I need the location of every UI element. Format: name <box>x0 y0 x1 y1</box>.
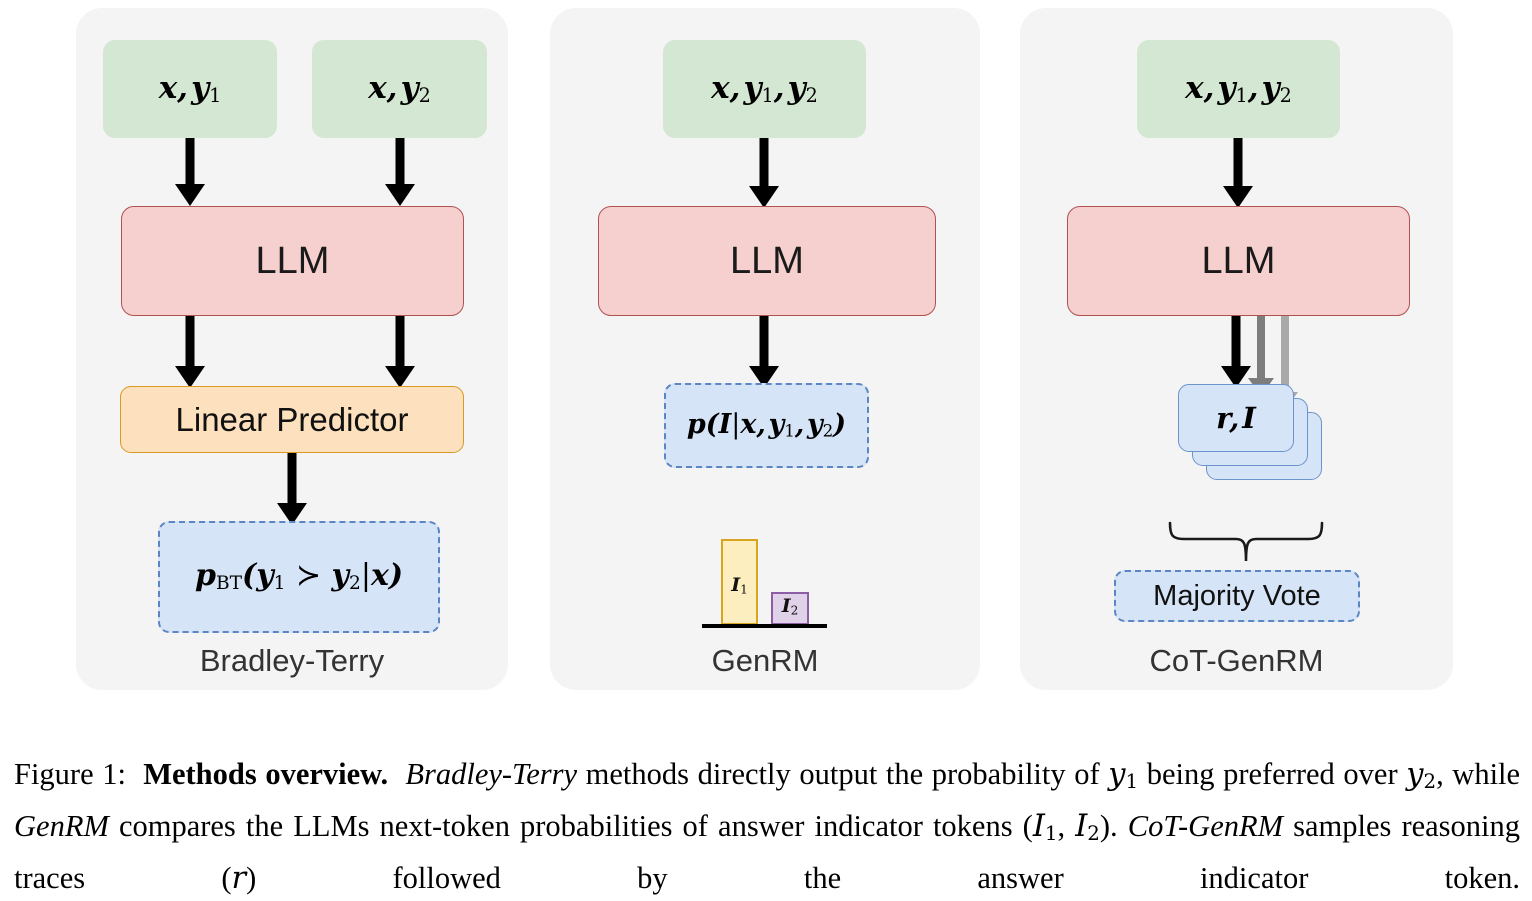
arrow-input-to-llm-cot <box>1220 138 1256 208</box>
panel-label-bradley-terry: Bradley-Terry <box>199 643 385 678</box>
llm-label: LLM <box>1201 240 1276 282</box>
llm-box-cot-genrm: LLM <box>1067 206 1410 316</box>
caption-term-cot-genrm: CoT-GenRM <box>1127 808 1284 843</box>
caption-text-7: , <box>1057 808 1066 843</box>
arrow-predictor-to-output <box>274 453 310 525</box>
caption-text-6: tokens ( <box>932 808 1033 843</box>
input-label-x-y2: x, y2 <box>368 69 431 107</box>
caption-figure-number: Figure 1: <box>14 757 126 791</box>
panel-genrm: x, y1, y2 LLM p(I|x, y1, y2) I1 I2 GenRM <box>550 8 980 690</box>
bar-label-I1: I1 <box>731 574 748 597</box>
panel-label-cot-genrm: CoT-GenRM <box>1149 643 1324 678</box>
sample-card-front: r, I <box>1178 384 1294 452</box>
panel-cot-genrm: x, y1, y2 LLM r, I Majority Vote CoT-Gen… <box>1020 8 1453 690</box>
majority-vote-box: Majority Vote <box>1114 570 1360 622</box>
input-label-x-y1-y2: x, y1, y2 <box>1185 69 1292 107</box>
output-box-p-indicator: p(I|x, y1, y2) <box>664 383 869 468</box>
sample-card-label-r-I: r, I <box>1216 400 1256 435</box>
caption-var-y1: y1 <box>1108 757 1139 793</box>
input-box-x-y1: x, y1 <box>103 40 277 138</box>
arrow-input1-to-llm <box>172 138 208 206</box>
bar-label-I2: I2 <box>781 595 799 618</box>
barchart-baseline <box>702 624 827 628</box>
aggregation-brace <box>1168 521 1324 562</box>
llm-label: LLM <box>255 240 330 282</box>
input-box-x-y1-y2-cot: x, y1, y2 <box>1137 40 1340 138</box>
methods-overview-figure: x, y1 x, y2 LLM Linear Predictor pBT(y1 … <box>0 0 1532 700</box>
input-box-x-y1-y2-genrm: x, y1, y2 <box>663 40 866 138</box>
input-label-x-y1: x, y1 <box>158 69 222 107</box>
llm-label: LLM <box>730 240 804 282</box>
output-label-p-bt: pBT(y1 ≻ y2|x) <box>194 557 404 594</box>
caption-term-genrm: GenRM <box>14 808 109 843</box>
bar-I1: I1 <box>721 539 758 625</box>
caption-term-bradley-terry: Bradley-Terry <box>405 757 578 791</box>
caption-var-I1: I1 <box>1032 808 1058 845</box>
arrow-llm-to-predictor-left <box>172 316 208 388</box>
llm-box-bradley-terry: LLM <box>121 206 464 316</box>
arrow-llm-to-output-genrm <box>746 316 782 388</box>
input-label-x-y1-y2: x, y1, y2 <box>711 69 818 107</box>
output-label-p-indicator: p(I|x, y1, y2) <box>686 409 847 441</box>
caption-text-5: compares the LLMs next-token probabiliti… <box>118 808 923 843</box>
caption-text-10: ) followed by the answer indicator token… <box>246 860 1520 895</box>
arrow-input-to-llm-genrm <box>746 138 782 208</box>
majority-vote-label: Majority Vote <box>1153 579 1321 612</box>
caption-title: Methods overview. <box>143 757 389 791</box>
llm-box-genrm: LLM <box>598 206 936 316</box>
linear-predictor-label: Linear Predictor <box>175 401 409 438</box>
linear-predictor-box: Linear Predictor <box>120 386 464 453</box>
caption-text-3: preferred over <box>1223 757 1398 791</box>
caption-text-2: being <box>1146 757 1215 791</box>
caption-text-1: methods directly output the probability … <box>585 757 1100 791</box>
caption-var-I2: I2 <box>1075 808 1100 845</box>
caption-var-y2: y2 <box>1406 757 1437 793</box>
bar-I2: I2 <box>771 592 809 625</box>
panel-bradley-terry: x, y1 x, y2 LLM Linear Predictor pBT(y1 … <box>76 8 508 690</box>
figure-caption: Figure 1: Methods overview. Bradley-Terr… <box>14 752 1520 901</box>
arrow-sample-1 <box>1218 316 1254 388</box>
caption-text-8: ). <box>1099 808 1118 843</box>
output-box-p-bt: pBT(y1 ≻ y2|x) <box>158 521 440 633</box>
arrow-llm-to-predictor-right <box>382 316 418 388</box>
input-box-x-y2: x, y2 <box>312 40 487 138</box>
arrow-input2-to-llm <box>382 138 418 206</box>
caption-text-4: , while <box>1436 757 1521 791</box>
panel-label-genrm: GenRM <box>711 643 819 678</box>
